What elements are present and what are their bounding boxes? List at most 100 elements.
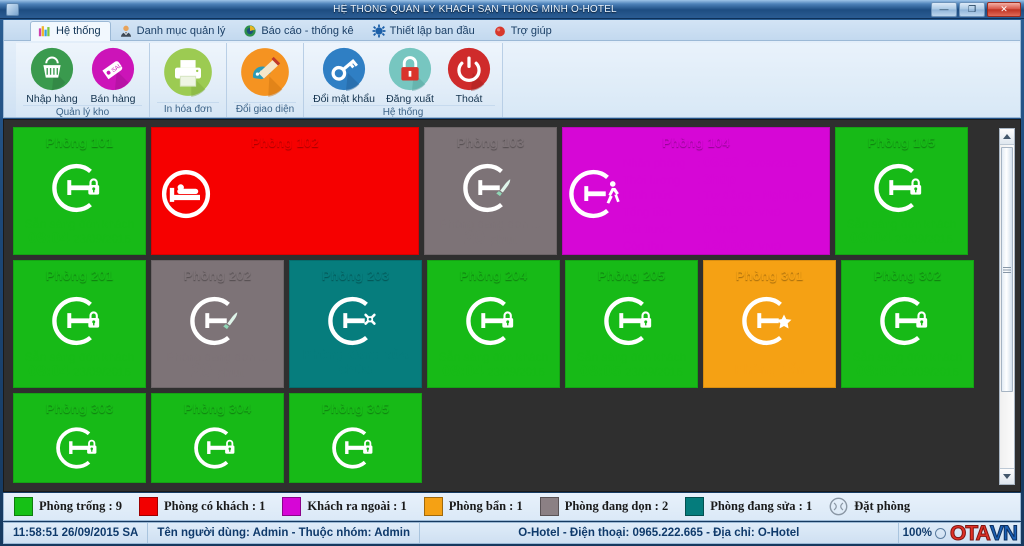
detail-colon: : [286,175,290,187]
room-status-icon [842,293,973,349]
tab-danh-muc-quan-ly[interactable]: Danh mục quản lý [111,21,236,41]
room-card[interactable]: Phòng 303 [13,393,146,483]
zoom-slider-icon[interactable] [935,527,947,539]
legend-swatch [539,497,559,516]
room-name: Phòng 205 [597,268,666,283]
detail-value: Tự động - Nghỉ giờ [703,188,812,202]
zoom-level: 100% [902,527,933,539]
minimize-button[interactable]: — [931,1,957,17]
ribbon-group-he-thong: Đổi mật khẩu Đăng xuất Thoát Hệ thống [304,43,503,118]
detail-value: 250.000 [292,203,343,219]
button-doi-giao-dien[interactable] [234,46,296,99]
room-name: Phòng 301 [735,268,804,283]
room-duration-row: 20 phút [152,361,283,382]
maximize-button[interactable]: ❐ [959,1,985,17]
tab-thiet-lap-ban-dau[interactable]: Thiết lập ban đầu [364,21,485,41]
power-icon [447,47,491,92]
room-name: Phòng 203 [321,268,390,283]
room-footer: Sẵn sàng đón khách 08:04 23/09/2015 [428,350,559,381]
user-icon [120,25,131,37]
room-card[interactable]: Phòng 203 Phòng đang sửa chữa [289,260,422,388]
detail-colon: : [286,190,290,202]
bed-lock-icon [465,296,513,346]
legend-label: Đặt phòng [854,499,911,513]
room-time: 08:04 [28,363,70,380]
room-card[interactable]: Phòng 104 Nhận phòng:08:58 26/09/2015 Thời … [562,127,830,255]
room-name: Phòng 303 [45,401,114,416]
room-detail-row: Thời lượng:1 Ngày 0:0 [212,171,414,187]
detail-suffix: VNĐ [715,224,739,236]
room-card[interactable]: Phòng 103 Phòng đang dọn ... 20 phút [424,127,557,255]
room-duration: 20 [190,361,212,382]
room-card[interactable]: Phòng 205 Sẵn sàng đón khách 08:05 23/09/20… [565,260,698,388]
room-duration-unit: phút [488,232,518,247]
detail-colon: : [697,158,701,170]
tab-bao-cao-thong-ke[interactable]: Báo cáo - thống kê [235,21,363,41]
room-name: Phòng 105 [867,135,936,150]
room-name: Phòng 102 [251,135,319,150]
room-status-icon [290,424,421,472]
room-time: 08:04 [850,230,892,247]
room-card[interactable]: Phòng 102 Nhận phòng:11:58 25/09/2015 Thời … [151,127,419,255]
room-date: 23/09/2015 [73,234,131,246]
room-card[interactable]: Phòng 201 Sẵn sàng đón khách 08:04 23/09/20… [13,260,146,388]
bed-broom-icon [189,296,237,346]
zoom-control[interactable]: 100% [899,527,950,539]
bed-lock-icon [603,296,651,346]
button-nhap-hang[interactable]: Nhập hàng [23,46,81,105]
room-card[interactable]: Phòng 304 [151,393,284,483]
room-status-text: Phòng đang sửa chữa [302,347,409,377]
legend-item: Phòng bẩn : 1 [423,497,523,516]
palette-brush-icon [241,48,289,97]
board-scrollbar[interactable] [999,128,1015,485]
room-footer: Sẵn sàng đón khách 08:04 23/09/2015 [836,217,967,248]
detail-suffix: VNĐ [757,207,782,219]
room-card[interactable]: Phòng 105 Sẵn sàng đón khách 08:04 23/09/20… [835,127,968,255]
room-status-icon [14,293,145,349]
room-duration: 20 [463,228,485,249]
tab-tro-giup[interactable]: Trợ giúp [485,21,562,41]
room-card[interactable]: Phòng 204 Sẵn sàng đón khách 08:04 23/09/20… [427,260,560,388]
button-doi-mat-khau[interactable]: Đổi mật khẩu [311,46,377,105]
lock-icon [388,47,432,92]
detail-label: Tổng tiền [212,207,260,219]
room-time-row: 08:04 23/09/2015 [836,231,967,248]
room-card[interactable]: Phòng 302 Sẵn sàng đón khách 08:05 23/09/20… [841,260,974,388]
detail-value: 120.000 [703,203,754,219]
scroll-down-button[interactable] [1000,468,1014,484]
room-card[interactable]: Phòng 202 Phòng đang dọn ... 20 phút [151,260,284,388]
button-label: Thoát [455,93,483,105]
bed-lock-icon [873,163,921,213]
legend-item: Phòng trống : 9 [14,497,122,516]
button-ban-hang[interactable]: SALE Bán hàng [84,46,142,105]
detail-date: 25/09/2015 [333,158,386,170]
room-detail-row: Tổng tiền:250.000 VNĐ [212,203,414,219]
button-thoat[interactable]: Thoát [443,46,495,105]
legend-swatch [685,497,705,516]
legend-label: Phòng đang dọn : 2 [564,499,669,513]
close-button[interactable]: ✕ [987,1,1021,17]
ribbon-group-quan-ly-kho: Nhập hàng SALE Bán hàng Quản lý kho [16,43,150,118]
button-in-hoa-don[interactable] [157,46,219,99]
button-dang-xuat[interactable]: Đăng xuất [380,46,440,105]
bed-lock-icon [55,427,96,469]
room-card[interactable]: Phòng 101 Sẵn sàng đón khách 08:04 23/09/20… [13,127,146,255]
room-name: Phòng 201 [45,268,114,283]
room-detail-row: Đặt trước:0 VNĐ [212,220,414,236]
scroll-up-button[interactable] [1000,129,1014,145]
detail-label: Đặt trước [623,224,673,236]
room-card[interactable]: Phòng 301 Phòng bẩn [703,260,836,388]
room-name: Phòng 104 [662,135,730,150]
room-time-row: 08:04 23/09/2015 [428,364,559,381]
gear-icon [372,24,386,38]
room-status-icon [14,160,145,216]
room-card[interactable]: Phòng 305 [289,393,422,483]
bed-lock-icon [51,296,99,346]
legend-label: Khách ra ngoài : 1 [307,499,407,513]
scrollbar-thumb[interactable] [1001,147,1013,392]
room-name: Phòng 305 [321,401,390,416]
room-details: Nhận phòng:11:58 25/09/2015 Thời lượng:1 N… [212,154,418,253]
tab-he-thong[interactable]: Hệ thống [30,21,111,41]
room-duration-unit: phút [215,365,245,380]
room-time: 08:05 [580,363,622,380]
